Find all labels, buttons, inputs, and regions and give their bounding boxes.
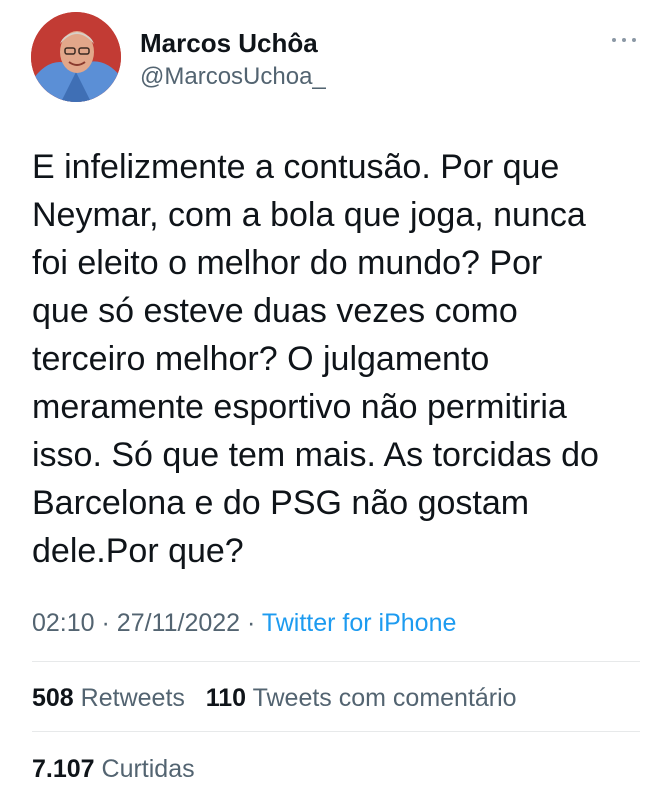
likes-label: Curtidas — [101, 755, 195, 783]
avatar[interactable] — [31, 12, 121, 102]
quote-tweets-stat[interactable]: 110 Tweets com comentário — [206, 684, 517, 712]
author-display-name[interactable]: Marcos Uchôa — [140, 28, 318, 59]
avatar-image — [31, 12, 121, 102]
tweet-text: E infelizmente a contusão. Por que Neyma… — [32, 143, 647, 575]
tweet-text-line: dele.Por que? — [32, 532, 244, 570]
likes-count: 7.107 — [32, 755, 95, 783]
likes-row: 7.107 Curtidas — [32, 755, 195, 784]
more-options-icon[interactable] — [604, 28, 644, 52]
tweet-source-link[interactable]: Twitter for iPhone — [262, 609, 457, 637]
retweets-count: 508 — [32, 684, 74, 712]
tweet-text-line: que só esteve duas vezes como — [32, 292, 518, 330]
retweets-label: Retweets — [80, 684, 185, 712]
divider — [32, 731, 640, 732]
dot — [632, 38, 636, 42]
quote-tweets-count: 110 — [205, 684, 247, 712]
tweet-text-line: Barcelona e do PSG não gostam — [32, 484, 530, 522]
retweets-stat[interactable]: 508 Retweets — [32, 684, 192, 712]
dot — [622, 38, 626, 42]
tweet-text-line: Neymar, com a bola que joga, nunca — [32, 196, 586, 234]
tweet-meta: 02:10 · 27/11/2022 · Twitter for iPhone — [32, 609, 456, 638]
meta-separator: · — [247, 609, 256, 637]
likes-stat[interactable]: 7.107 Curtidas — [32, 755, 195, 783]
tweet-time[interactable]: 02:10 — [32, 609, 95, 637]
author-handle[interactable]: @MarcosUchoa_ — [140, 63, 326, 91]
tweet-card: Marcos Uchôa @MarcosUchoa_ E infelizment… — [0, 0, 670, 800]
tweet-text-line: terceiro melhor? O julgamento — [32, 340, 490, 378]
engagement-row: 508 Retweets 110 Tweets com comentário — [32, 684, 517, 713]
meta-separator: · — [101, 609, 110, 637]
tweet-text-line: isso. Só que tem mais. As torcidas do — [32, 436, 599, 474]
tweet-date[interactable]: 27/11/2022 — [117, 609, 240, 637]
tweet-text-line: E infelizmente a contusão. Por que — [32, 148, 560, 186]
tweet-text-line: meramente esportivo não permitiria — [32, 388, 567, 426]
tweet-text-line: foi eleito o melhor do mundo? Por — [32, 244, 543, 282]
divider — [32, 661, 640, 662]
dot — [612, 38, 616, 42]
quote-tweets-label: Tweets com comentário — [252, 684, 517, 712]
